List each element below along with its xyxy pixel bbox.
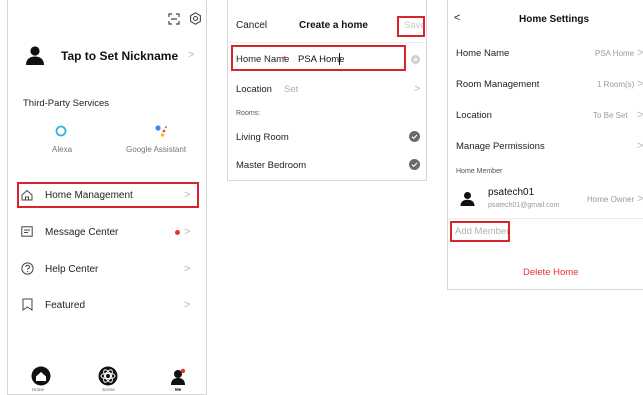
text-cursor xyxy=(339,53,340,65)
chevron-right-icon: > xyxy=(184,189,191,201)
room-label: Master Bedroom xyxy=(236,160,307,171)
chevron-right-icon: > xyxy=(184,226,191,238)
menu-label: Home Management xyxy=(45,190,133,201)
home-settings-screen: < Home Settings Home Name PSA Home > Roo… xyxy=(447,0,643,290)
check-icon[interactable] xyxy=(409,159,420,170)
nickname-label[interactable]: Tap to Set Nickname xyxy=(61,49,178,63)
page-title: Home Settings xyxy=(519,14,590,25)
page-title: Create a home xyxy=(299,20,368,31)
member-name: psatech01 xyxy=(488,187,535,198)
tab-label: Scene xyxy=(102,387,115,392)
divider xyxy=(448,218,643,219)
chevron-right-icon: > xyxy=(184,263,191,275)
save-button[interactable]: Save xyxy=(404,20,426,31)
room-label: Living Room xyxy=(236,132,289,143)
menu-item-help-center[interactable]: Help Center > xyxy=(8,252,206,286)
row-label: Manage Permissions xyxy=(456,141,545,152)
location-value: Set xyxy=(284,84,299,95)
divider xyxy=(228,42,426,43)
tab-me[interactable]: Me xyxy=(167,366,191,394)
chevron-right-icon: > xyxy=(637,193,643,205)
unread-badge xyxy=(175,230,180,235)
tab-label: Me xyxy=(175,387,182,392)
bookmark-icon xyxy=(22,298,33,311)
member-row[interactable]: psatech01 psatech01@gmail.com Home Owner… xyxy=(448,183,643,215)
home-name-field[interactable]: Home Name • PSA Home xyxy=(228,45,426,73)
menu-item-home-management[interactable]: Home Management > xyxy=(8,178,206,212)
home-name-input[interactable]: PSA Home xyxy=(298,54,344,65)
location-label: Location xyxy=(236,84,272,95)
avatar-icon[interactable] xyxy=(25,45,45,65)
row-value: 1 Room(s) xyxy=(597,80,635,89)
home-tab-icon xyxy=(31,366,51,386)
settings-row-home-name[interactable]: Home Name PSA Home > xyxy=(448,40,643,66)
room-item-living-room[interactable]: Living Room xyxy=(228,125,426,149)
tab-label: Home xyxy=(32,387,45,392)
menu-label: Message Center xyxy=(45,227,119,238)
me-tab-icon xyxy=(169,368,187,386)
cancel-button[interactable]: Cancel xyxy=(236,20,267,31)
scene-tab-icon xyxy=(98,366,118,386)
alexa-label: Alexa xyxy=(52,145,73,154)
avatar-icon xyxy=(460,191,475,206)
chevron-right-icon: > xyxy=(414,83,421,95)
question-icon xyxy=(21,262,34,275)
rooms-title: Rooms: xyxy=(236,110,261,117)
member-email: psatech01@gmail.com xyxy=(488,202,560,209)
delete-home-button[interactable]: Delete Home xyxy=(523,267,578,278)
chevron-right-icon: > xyxy=(637,109,643,121)
settings-icon[interactable] xyxy=(189,12,202,25)
third-party-title: Third-Party Services xyxy=(23,98,110,109)
create-home-screen: Cancel Create a home Save Home Name • PS… xyxy=(227,0,427,181)
message-icon xyxy=(21,226,33,237)
room-item-master-bedroom[interactable]: Master Bedroom xyxy=(228,153,426,177)
back-button[interactable]: < xyxy=(454,12,460,24)
menu-label: Featured xyxy=(45,300,86,311)
required-mark: • xyxy=(283,53,286,62)
row-value: To Be Set xyxy=(593,111,628,120)
row-value: PSA Home xyxy=(595,49,635,58)
member-role: Home Owner xyxy=(587,195,635,204)
check-icon[interactable] xyxy=(409,131,420,142)
house-icon xyxy=(21,189,33,201)
tab-home[interactable]: Home xyxy=(29,366,53,394)
menu-label: Help Center xyxy=(45,264,99,275)
location-field[interactable]: Location Set > xyxy=(228,76,426,102)
settings-row-location[interactable]: Location To Be Set > xyxy=(448,102,643,128)
chevron-right-icon: > xyxy=(637,47,643,59)
chevron-right-icon: > xyxy=(184,299,191,311)
tab-scene[interactable]: Scene xyxy=(95,366,123,394)
add-member-button[interactable]: Add Member xyxy=(455,226,509,237)
chevron-right-icon: > xyxy=(637,78,643,90)
clear-icon[interactable] xyxy=(411,55,420,64)
row-label: Room Management xyxy=(456,79,540,90)
scan-icon[interactable] xyxy=(168,13,180,25)
home-name-label: Home Name xyxy=(236,54,290,65)
settings-row-room-management[interactable]: Room Management 1 Room(s) > xyxy=(448,71,643,97)
row-label: Location xyxy=(456,110,492,121)
member-section-title: Home Member xyxy=(456,168,503,175)
chevron-right-icon: > xyxy=(637,140,643,152)
row-label: Home Name xyxy=(456,48,510,59)
menu-item-message-center[interactable]: Message Center > xyxy=(8,215,206,249)
google-assistant-icon[interactable] xyxy=(154,124,168,138)
settings-row-manage-permissions[interactable]: Manage Permissions > xyxy=(448,133,643,159)
google-assistant-label: Google Assistant xyxy=(126,145,187,154)
me-screen: Tap to Set Nickname > Third-Party Servic… xyxy=(7,0,207,395)
chevron-right-icon: > xyxy=(188,49,195,61)
menu-item-featured[interactable]: Featured > xyxy=(8,288,206,322)
alexa-icon[interactable] xyxy=(55,125,67,137)
